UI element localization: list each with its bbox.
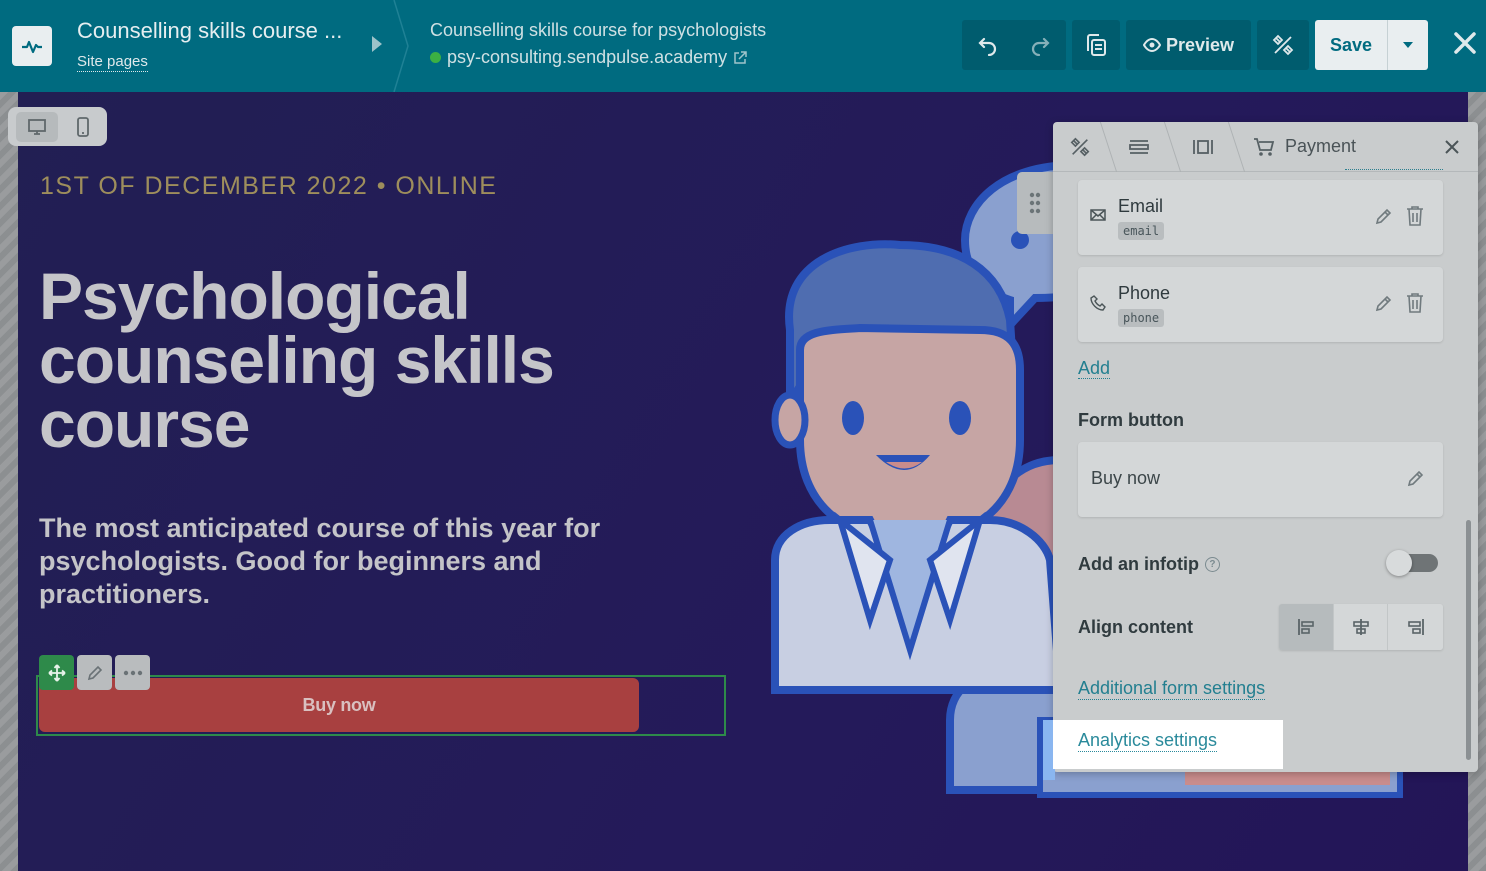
block-icon (1193, 139, 1213, 154)
chevron-down-icon (1403, 42, 1413, 48)
redo-button[interactable] (1014, 20, 1066, 70)
drag-dots-icon (1029, 192, 1041, 214)
layers-button[interactable] (1072, 20, 1120, 70)
analytics-settings-link[interactable]: Analytics settings (1078, 730, 1218, 752)
envelope-icon (1090, 209, 1106, 221)
additional-form-settings-link[interactable]: Additional form settings (1078, 678, 1266, 700)
pencil-icon (87, 665, 102, 680)
redo-icon (1031, 37, 1050, 56)
design-tools-icon (1272, 34, 1294, 56)
site-pages-link[interactable]: Site pages (77, 53, 148, 72)
help-icon[interactable]: ? (1204, 556, 1220, 572)
panel-scrollbar[interactable] (1466, 520, 1471, 760)
domain-link[interactable]: psy-consulting.sendpulse.academy (447, 47, 727, 68)
event-date[interactable]: 1ST OF DECEMBER 2022 • ONLINE (40, 172, 497, 201)
close-panel-button[interactable] (1440, 135, 1464, 159)
move-icon (47, 663, 66, 682)
field-label: Phone (1118, 283, 1171, 303)
form-field-email[interactable]: Email email (1078, 180, 1443, 255)
design-tools-icon (1070, 137, 1090, 156)
align-content-group (1279, 604, 1443, 650)
toggle-knob (1386, 550, 1412, 576)
block-toolbar (39, 655, 150, 690)
form-button-card[interactable]: Buy now (1078, 442, 1443, 517)
mobile-icon (77, 116, 89, 137)
preview-button[interactable]: Preview (1126, 20, 1251, 70)
field-label: Email (1118, 196, 1164, 216)
breadcrumb-separator (393, 0, 409, 92)
align-center-button[interactable] (1333, 604, 1389, 650)
align-center-icon (1352, 619, 1369, 635)
field-variable-tag: phone (1118, 309, 1165, 327)
close-editor-button[interactable] (1450, 28, 1480, 58)
mobile-view-button[interactable] (62, 112, 104, 142)
form-button-text: Buy now (1091, 468, 1161, 488)
panel-drag-handle[interactable] (1017, 172, 1053, 234)
canvas-margin-left (0, 92, 18, 871)
move-block-button[interactable] (39, 655, 74, 690)
edit-form-button[interactable] (1406, 468, 1426, 488)
save-button[interactable]: Save (1315, 20, 1388, 70)
section-icon (1129, 139, 1149, 154)
pulse-logo-icon[interactable] (12, 26, 52, 66)
hero-subtitle[interactable]: The most anticipated course of this year… (39, 512, 659, 611)
breadcrumb-arrow-icon[interactable] (372, 36, 382, 52)
preview-label: Preview (1165, 34, 1235, 55)
infotip-label: Add an infotip (1078, 554, 1199, 574)
panel-breadcrumb: Payment (1053, 122, 1478, 172)
save-options-button[interactable] (1388, 20, 1428, 70)
undo-icon (978, 37, 997, 56)
payment-settings-panel: Payment Email email Phone phone Add Form… (1053, 122, 1478, 772)
tab-underline (1345, 169, 1443, 170)
published-status-dot (430, 52, 441, 63)
field-variable-tag: email (1118, 222, 1165, 240)
form-field-phone[interactable]: Phone phone (1078, 267, 1443, 342)
save-group: Save (1315, 20, 1428, 70)
history-group (962, 20, 1066, 70)
infotip-row: Add an infotip? (1078, 554, 1220, 575)
more-options-button[interactable] (115, 655, 150, 690)
add-field-link[interactable]: Add (1078, 358, 1111, 379)
edit-field-button[interactable] (1374, 293, 1394, 313)
site-domain[interactable]: psy-consulting.sendpulse.academy (430, 47, 747, 68)
panel-title: Payment (1285, 136, 1357, 156)
panel-block-tab[interactable] (1171, 122, 1235, 172)
align-right-button[interactable] (1388, 604, 1443, 650)
infotip-toggle[interactable] (1386, 550, 1438, 576)
close-icon (1445, 140, 1459, 154)
phone-icon (1090, 295, 1106, 311)
cart-icon (1254, 137, 1275, 156)
desktop-view-button[interactable] (16, 111, 58, 142)
delete-field-button[interactable] (1406, 205, 1424, 227)
design-tools-button[interactable] (1257, 20, 1309, 70)
close-icon (1454, 32, 1476, 54)
site-title: Counselling skills course ... (77, 18, 343, 43)
panel-design-tab[interactable] (1053, 122, 1107, 172)
edit-block-button[interactable] (77, 655, 112, 690)
align-content-label: Align content (1078, 617, 1193, 637)
form-button-label: Form button (1078, 410, 1184, 430)
undo-button[interactable] (962, 20, 1014, 70)
delete-field-button[interactable] (1406, 292, 1424, 314)
editor-topbar: Counselling skills course ... Site pages… (0, 0, 1486, 92)
align-left-icon (1297, 619, 1314, 635)
panel-section-tab[interactable] (1107, 122, 1171, 172)
desktop-icon (28, 118, 46, 135)
edit-field-button[interactable] (1374, 206, 1394, 226)
more-dots-icon (123, 670, 142, 675)
align-left-button[interactable] (1279, 604, 1334, 650)
course-title: Counselling skills course for psychologi… (430, 20, 767, 40)
align-right-icon (1407, 619, 1424, 635)
eye-icon (1142, 37, 1161, 53)
layers-icon (1087, 34, 1106, 56)
hero-title[interactable]: Psychological counseling skills course (39, 263, 679, 457)
device-toggle (8, 107, 107, 146)
external-link-icon (734, 50, 747, 64)
